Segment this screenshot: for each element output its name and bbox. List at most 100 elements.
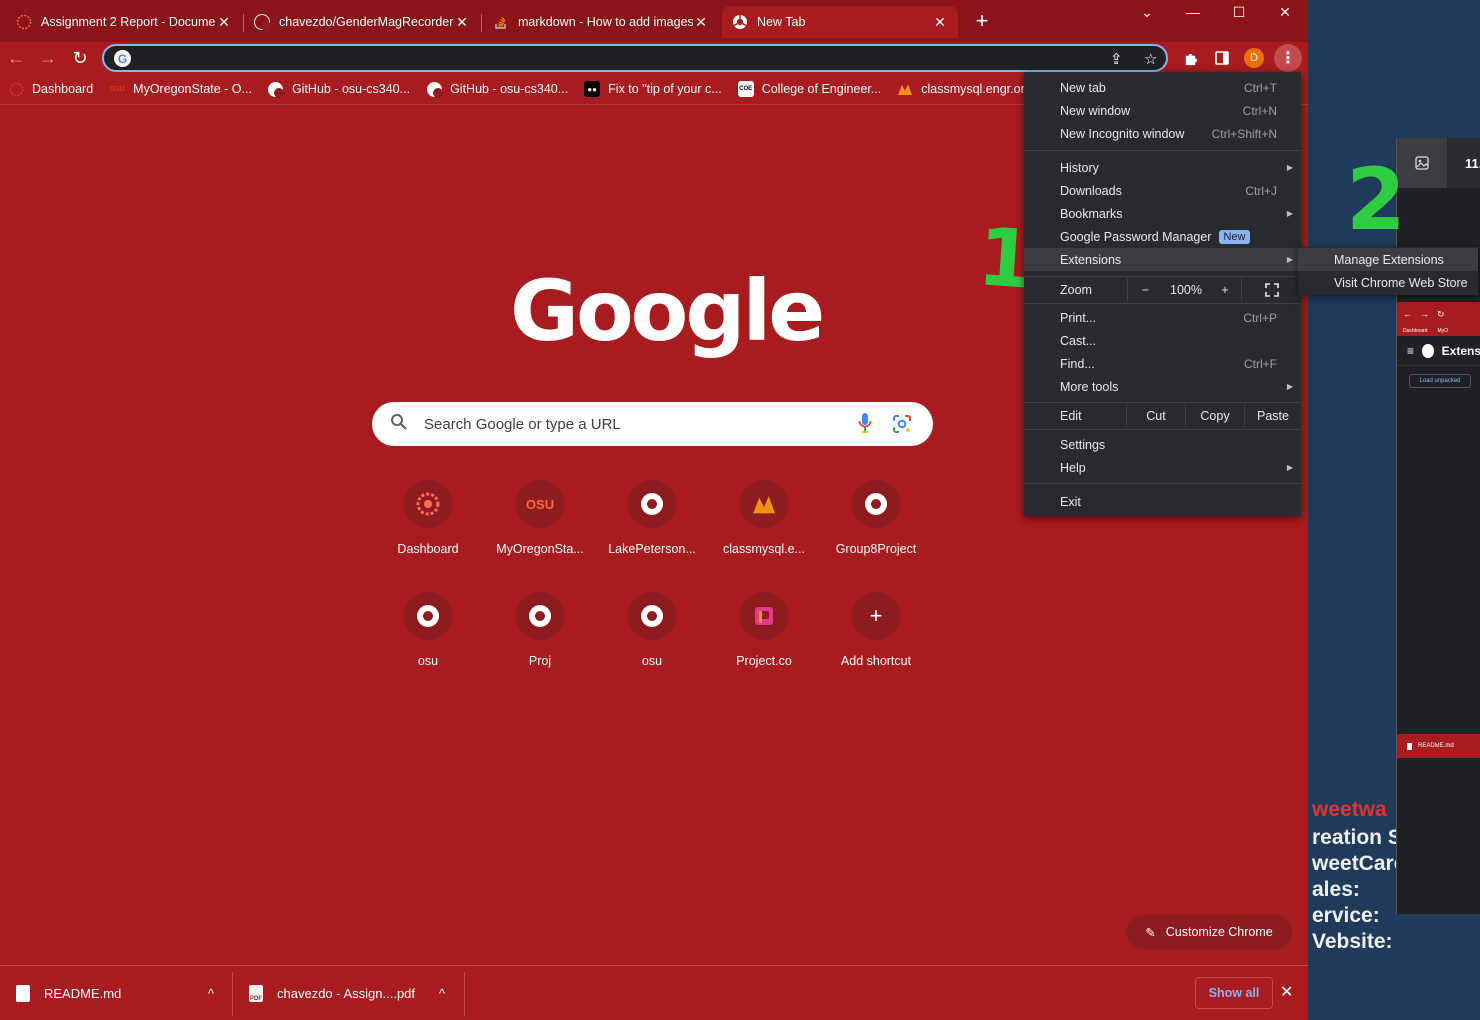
extensions-puzzle-icon[interactable]: [1178, 46, 1202, 70]
add-shortcut-tile[interactable]: + Add shortcut: [820, 592, 932, 696]
tab-search-icon[interactable]: ⌄: [1124, 0, 1170, 24]
shortcut-tile[interactable]: Group8Project: [820, 480, 932, 584]
close-icon[interactable]: ✕: [932, 14, 948, 31]
github-icon: [268, 81, 285, 98]
shortcut-tile[interactable]: Dashboard: [372, 480, 484, 584]
bookmark-star-icon[interactable]: ☆: [1144, 50, 1157, 68]
menu-item-print[interactable]: Print... Ctrl+P: [1024, 306, 1301, 329]
menu-item-downloads[interactable]: Downloads Ctrl+J: [1024, 179, 1301, 202]
menu-item-chrome-web-store[interactable]: Visit Chrome Web Store: [1298, 271, 1478, 294]
menu-item-history[interactable]: History ▶: [1024, 156, 1301, 179]
address-bar[interactable]: G ⇪ ☆: [102, 44, 1168, 72]
customize-chrome-button[interactable]: ✎ Customize Chrome: [1126, 915, 1292, 949]
tab-title: New Tab: [757, 15, 806, 29]
paste-button[interactable]: Paste: [1244, 404, 1301, 427]
more-menu-icon[interactable]: ⋮: [1274, 44, 1302, 72]
tab-assignment-report[interactable]: Assignment 2 Report - Document ✕: [6, 6, 242, 38]
bookmark-item[interactable]: classmysql.engr.ore...: [897, 81, 1042, 97]
bookmark-item[interactable]: GitHub - osu-cs340...: [426, 81, 568, 98]
google-lens-icon[interactable]: [892, 414, 912, 434]
menu-item-new-incognito-window[interactable]: New Incognito window Ctrl+Shift+N: [1024, 122, 1301, 145]
search-icon: [390, 413, 408, 436]
tab-new-tab[interactable]: New Tab ✕: [722, 6, 958, 38]
chevron-up-icon[interactable]: ^: [208, 986, 214, 1001]
fullscreen-icon[interactable]: [1241, 278, 1301, 301]
download-shelf: README.md ^ PDF chavezdo - Assign....pdf…: [0, 965, 1308, 1020]
download-item[interactable]: PDF chavezdo - Assign....pdf ^: [249, 966, 449, 1020]
voice-search-icon[interactable]: [858, 412, 872, 434]
reload-button[interactable]: ↻: [68, 46, 92, 70]
new-badge: New: [1219, 229, 1250, 244]
forward-button[interactable]: →: [36, 46, 60, 70]
close-window-button[interactable]: ✕: [1262, 0, 1308, 24]
menu-item-exit[interactable]: Exit: [1024, 490, 1301, 513]
github-icon: [628, 592, 676, 640]
bookmark-item[interactable]: OSU MyOregonState - O...: [109, 81, 252, 97]
show-all-button[interactable]: Show all: [1195, 977, 1273, 1009]
shortcut-tile[interactable]: classmysql.e...: [708, 480, 820, 584]
bookmark-item[interactable]: GitHub - osu-cs340...: [268, 81, 410, 98]
cut-button[interactable]: Cut: [1126, 404, 1185, 427]
menu-item-new-window[interactable]: New window Ctrl+N: [1024, 99, 1301, 122]
shortcut-tile[interactable]: OSU MyOregonSta...: [484, 480, 596, 584]
menu-divider: [1024, 483, 1301, 484]
zoom-in-button[interactable]: +: [1209, 278, 1241, 301]
submenu-arrow-icon: ▶: [1286, 163, 1293, 172]
shortcut-tile[interactable]: Project.co: [708, 592, 820, 696]
menu-item-new-tab[interactable]: New tab Ctrl+T: [1024, 76, 1301, 99]
menu-item-label: Exit: [1060, 494, 1081, 509]
shortcut-tile[interactable]: Proj: [484, 592, 596, 696]
menu-item-password-manager[interactable]: Google Password Manager New: [1024, 225, 1301, 248]
shortcut-tile[interactable]: osu: [372, 592, 484, 696]
menu-item-shortcut: Ctrl+P: [1243, 310, 1277, 325]
menu-divider: [1024, 402, 1301, 403]
hamburger-icon: ≡: [1407, 343, 1415, 358]
zoom-out-button[interactable]: −: [1127, 278, 1163, 301]
close-icon[interactable]: ✕: [1280, 982, 1293, 1002]
profile-avatar[interactable]: D: [1244, 48, 1264, 68]
chrome-icon: [1422, 343, 1434, 358]
bookmark-item[interactable]: COE College of Engineer...: [737, 81, 881, 97]
menu-item-settings[interactable]: Settings: [1024, 433, 1301, 456]
download-divider: [464, 972, 465, 1016]
tab-strip: Assignment 2 Report - Document ✕ chavezd…: [0, 0, 1308, 42]
shortcut-tile[interactable]: osu: [596, 592, 708, 696]
menu-divider: [1024, 150, 1301, 151]
search-box[interactable]: Search Google or type a URL: [372, 402, 933, 446]
google-g-icon: G: [114, 50, 131, 67]
close-icon[interactable]: ✕: [693, 14, 709, 31]
bookmark-label: MyOregonState - O...: [133, 82, 252, 96]
menu-item-bookmarks[interactable]: Bookmarks ▶: [1024, 202, 1301, 225]
menu-item-cast[interactable]: Cast...: [1024, 329, 1301, 352]
bookmark-item[interactable]: ●● Fix to "tip of your c...: [584, 81, 722, 97]
shortcut-label: Proj: [528, 654, 552, 668]
menu-item-extensions[interactable]: Extensions ▶: [1024, 248, 1301, 271]
load-unpacked-button: Load unpacked: [1409, 374, 1471, 388]
bookmark-item[interactable]: Dashboard: [8, 81, 93, 97]
shortcut-tile[interactable]: LakePeterson...: [596, 480, 708, 584]
download-item[interactable]: README.md ^: [16, 966, 226, 1020]
maximize-button[interactable]: ☐: [1216, 0, 1262, 24]
chevron-up-icon[interactable]: ^: [439, 986, 445, 1001]
back-button[interactable]: ←: [4, 46, 28, 70]
copy-button[interactable]: Copy: [1185, 404, 1244, 427]
menu-item-find[interactable]: Find... Ctrl+F: [1024, 352, 1301, 375]
close-icon[interactable]: ✕: [454, 14, 470, 31]
minimize-button[interactable]: —: [1170, 0, 1216, 24]
shortcut-label: MyOregonSta...: [496, 542, 584, 556]
close-icon[interactable]: ✕: [216, 14, 232, 31]
side-panel-icon[interactable]: [1210, 46, 1234, 70]
share-icon[interactable]: ⇪: [1110, 50, 1123, 68]
menu-item-help[interactable]: Help ▶: [1024, 456, 1301, 479]
tab-stackoverflow[interactable]: markdown - How to add images ✕: [483, 6, 719, 38]
menu-item-manage-extensions[interactable]: Manage Extensions: [1298, 248, 1478, 271]
pma-icon: [897, 81, 913, 97]
pdf-icon: PDF: [249, 985, 263, 1002]
shortcut-label: Add shortcut: [840, 654, 912, 668]
reload-icon: ↻: [1437, 308, 1445, 319]
mini-bookmarks-bar: Dashboard MyO: [1397, 326, 1480, 336]
menu-item-label: Cast...: [1060, 333, 1097, 348]
menu-item-more-tools[interactable]: More tools ▶: [1024, 375, 1301, 398]
new-tab-button[interactable]: +: [970, 10, 994, 34]
tab-github-repo[interactable]: chavezdo/GenderMagRecordersAssistant ✕: [244, 6, 480, 38]
